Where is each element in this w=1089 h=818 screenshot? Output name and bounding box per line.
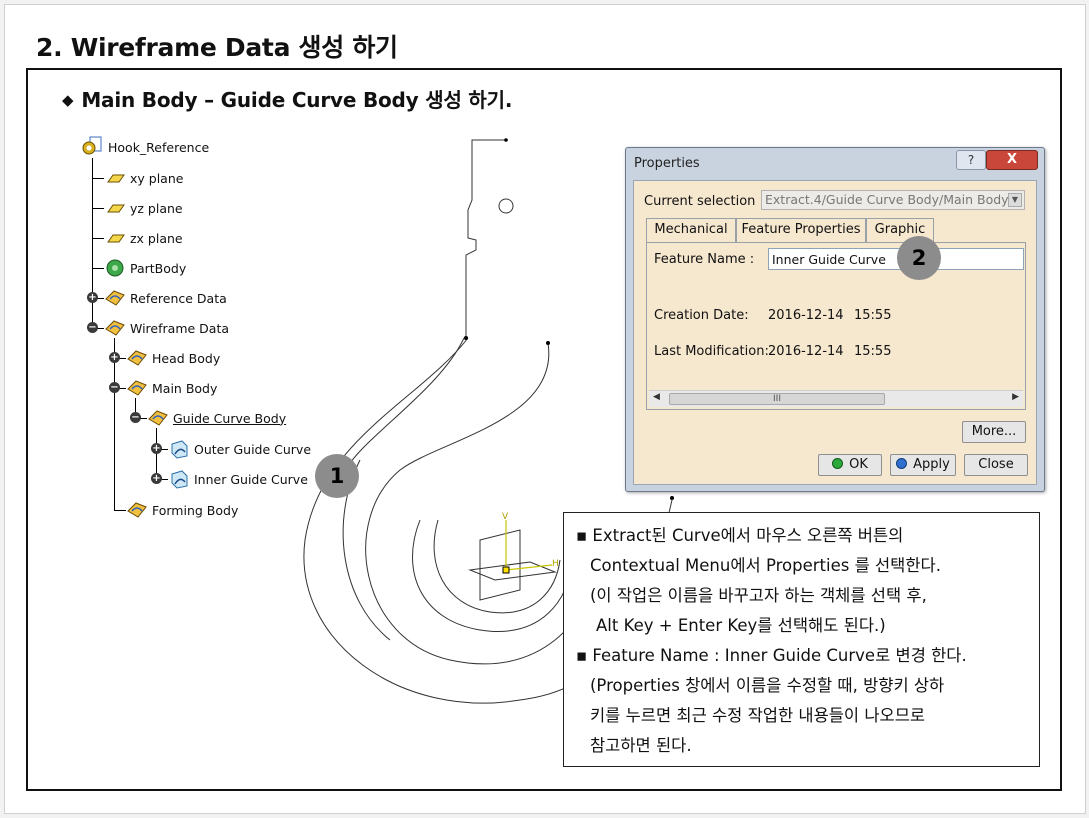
expand-plus-icon[interactable]: + xyxy=(109,352,120,363)
expand-plus-icon[interactable]: + xyxy=(151,443,162,454)
creation-date-value: 2016-12-14 xyxy=(768,308,844,323)
tree-item-head-body[interactable]: Head Body xyxy=(126,347,220,369)
feature-name-input[interactable] xyxy=(768,248,1024,270)
ok-button-label: OK xyxy=(849,457,868,472)
scroll-left-icon[interactable]: ◀ xyxy=(653,392,660,402)
expand-plus-icon[interactable]: + xyxy=(87,292,98,303)
tree-connector xyxy=(114,338,115,510)
note-line: Alt Key + Enter Key를 선택해도 된다.) xyxy=(596,616,886,635)
callout-marker-1: 1 xyxy=(315,454,359,498)
ok-button[interactable]: OK xyxy=(818,454,882,476)
slide-title: 2. Wireframe Data 생성 하기 xyxy=(36,33,398,62)
note-line: (이 작업은 이름을 바꾸고자 하는 객체를 선택 후, xyxy=(590,586,927,605)
current-selection-value: Extract.4/Guide Curve Body/Main Body xyxy=(765,192,1009,207)
axis-h-label: H xyxy=(552,559,559,569)
note-line: ▪ Feature Name : Inner Guide Curve로 변경 한… xyxy=(576,646,967,665)
tab-mechanical[interactable]: Mechanical xyxy=(646,218,736,242)
close-button[interactable]: Close xyxy=(964,454,1028,476)
tree-item-label: Reference Data xyxy=(130,290,227,306)
creation-time-value: 15:55 xyxy=(854,308,892,323)
help-button[interactable]: ? xyxy=(956,150,986,170)
tree-item-label: yz plane xyxy=(130,200,183,216)
tree-item-xy-plane[interactable]: xy plane xyxy=(104,167,183,189)
geometrical-set-icon xyxy=(126,499,148,521)
tree-item-wireframe-data[interactable]: Wireframe Data xyxy=(104,317,229,339)
plane-icon xyxy=(104,197,126,219)
tree-root-item[interactable]: Hook_Reference xyxy=(82,136,209,158)
last-modification-label: Last Modification: xyxy=(654,344,769,359)
tree-item-label: Head Body xyxy=(152,350,221,366)
plane-icon xyxy=(104,167,126,189)
axis-v-label: V xyxy=(502,512,509,522)
tree-item-guide-curve-body[interactable]: Guide Curve Body xyxy=(147,407,286,429)
ok-indicator-icon xyxy=(832,458,844,469)
tree-connector xyxy=(92,208,104,209)
tree-item-label: Outer Guide Curve xyxy=(194,441,312,457)
tree-item-yz-plane[interactable]: yz plane xyxy=(104,197,183,219)
instructions-note-box: ▪ Extract된 Curve에서 마우스 오른쪽 버튼의 Contextua… xyxy=(563,512,1040,767)
tree-item-main-body[interactable]: Main Body xyxy=(126,377,217,399)
last-modification-time-value: 15:55 xyxy=(854,344,892,359)
note-line: Contextual Menu에서 Properties 를 선택한다. xyxy=(590,556,941,575)
tree-item-label: Guide Curve Body xyxy=(173,410,287,426)
geometrical-set-icon xyxy=(104,317,126,339)
note-line: ▪ Extract된 Curve에서 마우스 오른쪽 버튼의 xyxy=(576,526,904,545)
geometrical-set-icon xyxy=(126,377,148,399)
tree-item-outer-guide-curve[interactable]: Outer Guide Curve xyxy=(168,438,311,460)
extract-icon xyxy=(168,468,190,490)
last-modification-date-value: 2016-12-14 xyxy=(768,344,844,359)
tree-item-label: Main Body xyxy=(152,380,218,396)
tree-item-reference-data[interactable]: Reference Data xyxy=(104,287,227,309)
tree-connector xyxy=(92,178,104,179)
feature-name-label: Feature Name : xyxy=(654,252,755,267)
tree-item-label: zx plane xyxy=(130,230,183,246)
tree-item-label: PartBody xyxy=(130,260,187,276)
tab-feature-properties[interactable]: Feature Properties xyxy=(736,218,866,243)
more-button[interactable]: More... xyxy=(962,421,1026,443)
tree-connector xyxy=(114,510,126,511)
scroll-right-icon[interactable]: ▶ xyxy=(1012,392,1019,402)
collapse-minus-icon[interactable]: − xyxy=(87,322,98,333)
tree-item-zx-plane[interactable]: zx plane xyxy=(104,227,183,249)
tree-item-partbody[interactable]: PartBody xyxy=(104,257,186,279)
scroll-thumb[interactable]: III xyxy=(669,393,885,405)
note-line: 키를 누르면 최근 수정 작업한 내용들이 나오므로 xyxy=(590,706,926,725)
tree-item-label: Inner Guide Curve xyxy=(194,471,308,487)
dialog-title: Properties xyxy=(634,156,700,171)
diamond-bullet-icon: ◆ xyxy=(62,91,74,109)
geometrical-set-icon xyxy=(104,287,126,309)
geometrical-set-icon xyxy=(147,407,169,429)
tree-root-label: Hook_Reference xyxy=(108,139,210,155)
current-selection-label: Current selection : xyxy=(644,194,764,209)
horizontal-scrollbar[interactable]: ◀ III ▶ xyxy=(649,390,1023,407)
expand-plus-icon[interactable]: + xyxy=(151,473,162,484)
dropdown-arrow-icon[interactable]: ▼ xyxy=(1008,193,1022,207)
creation-date-label: Creation Date: xyxy=(654,308,749,323)
tree-item-label: Forming Body xyxy=(152,502,239,518)
note-line: 참고하면 된다. xyxy=(590,736,692,755)
collapse-minus-icon[interactable]: − xyxy=(109,382,120,393)
section-subtitle: ◆ Main Body – Guide Curve Body 생성 하기. xyxy=(62,84,512,113)
geometrical-set-icon xyxy=(126,347,148,369)
extract-icon xyxy=(168,438,190,460)
part-document-icon xyxy=(82,136,104,158)
tree-item-forming-body[interactable]: Forming Body xyxy=(126,499,238,521)
tree-connector xyxy=(92,268,104,269)
callout-marker-2: 2 xyxy=(897,236,941,280)
apply-indicator-icon xyxy=(896,458,908,469)
window-close-button[interactable]: X xyxy=(986,150,1038,170)
apply-button-label: Apply xyxy=(913,457,950,472)
current-selection-dropdown[interactable]: Extract.4/Guide Curve Body/Main Body ▼ xyxy=(761,190,1025,210)
subtitle-text: Main Body – Guide Curve Body 생성 하기. xyxy=(81,88,513,112)
tree-connector xyxy=(92,238,104,239)
collapse-minus-icon[interactable]: − xyxy=(130,412,141,423)
tree-item-label: Wireframe Data xyxy=(130,320,229,336)
note-line: (Properties 창에서 이름을 수정할 때, 방향키 상하 xyxy=(590,676,945,695)
partbody-icon xyxy=(104,257,126,279)
properties-dialog: Properties ? X Current selection : Extra… xyxy=(625,147,1045,492)
plane-icon xyxy=(104,227,126,249)
tree-item-label: xy plane xyxy=(130,170,184,186)
tree-item-inner-guide-curve[interactable]: Inner Guide Curve xyxy=(168,468,308,490)
apply-button[interactable]: Apply xyxy=(890,454,956,476)
